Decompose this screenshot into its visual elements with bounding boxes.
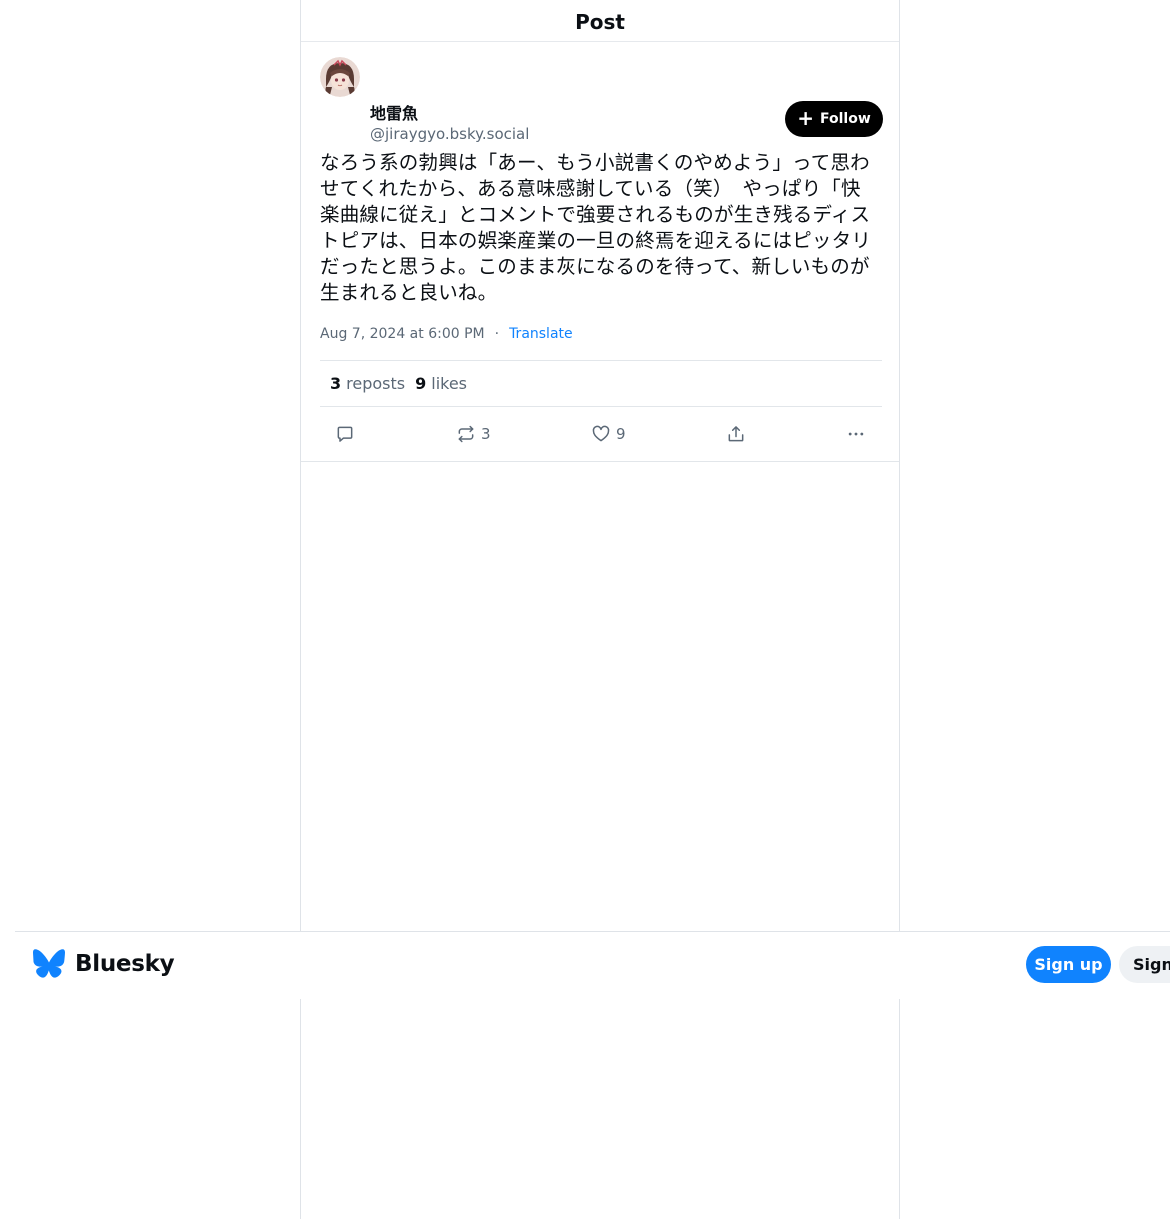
avatar[interactable] [320,57,360,97]
reposts-count: 3 [330,374,342,393]
brand-name: Bluesky [75,950,175,977]
avatar-anime-character-icon [320,57,360,97]
author-display-name[interactable]: 地雷魚 [370,100,418,124]
post-divider [301,461,899,462]
plus-icon: + [797,105,814,130]
sign-up-button[interactable]: Sign up [1026,946,1111,983]
translate-link[interactable]: Translate [509,326,573,342]
post-timestamp[interactable]: Aug 7, 2024 at 6:00 PM [320,326,485,342]
follow-label: Follow [820,111,871,127]
repost-button[interactable]: 3 [456,418,491,450]
reposts-label: reposts [346,374,406,393]
post-actions: 3 9 [301,418,899,450]
reply-icon [337,426,353,442]
follow-button[interactable]: + Follow [785,101,883,137]
brand-logo[interactable]: Bluesky [33,949,175,978]
likes-stat[interactable]: 9 likes [415,374,467,393]
repost-count: 3 [481,425,491,443]
main-column: Post 地雷魚 @jiraygyo.bsky.social + Follow … [300,0,900,1219]
repost-icon [458,425,474,443]
heart-icon [592,425,610,442]
reply-button[interactable] [335,418,355,450]
post-meta: Aug 7, 2024 at 6:00 PM · Translate [320,326,573,342]
likes-label: likes [431,374,468,393]
sign-in-button[interactable]: Sign [1119,946,1170,983]
meta-separator: · [494,326,500,342]
share-button[interactable] [726,418,746,450]
author-handle[interactable]: @jiraygyo.bsky.social [370,125,529,143]
post-text: なろう系の勃興は「あー、もう小説書くのやめよう」って思わせてくれたから、ある意味… [320,151,872,304]
reposts-stat[interactable]: 3 reposts [330,374,405,393]
like-button[interactable]: 9 [591,418,626,450]
post-stats: 3 reposts 9 likes [330,374,477,393]
divider [320,406,882,407]
page-title: Post [301,0,899,42]
more-options-button[interactable] [846,418,866,450]
share-icon [728,426,744,442]
like-count: 9 [616,425,626,443]
butterfly-logo-icon [33,949,65,978]
more-icon [848,432,864,436]
divider [320,360,882,361]
bottom-bar: Bluesky Sign up Sign [15,931,1170,999]
likes-count: 9 [415,374,427,393]
